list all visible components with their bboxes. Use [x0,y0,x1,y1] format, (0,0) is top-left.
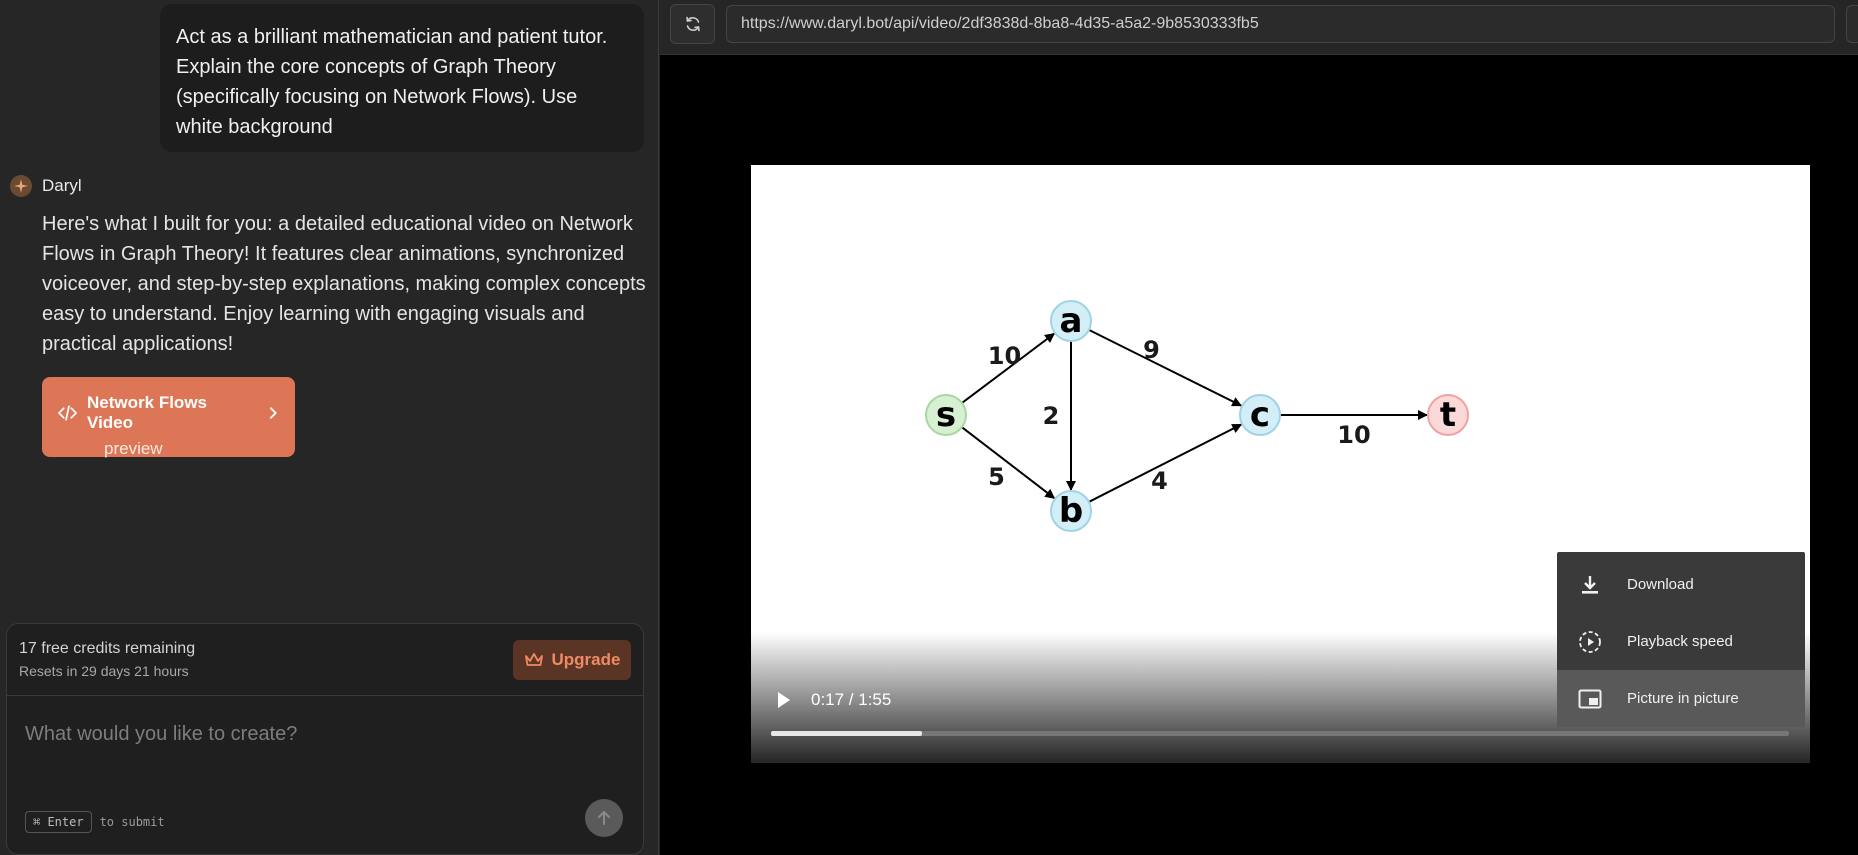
upgrade-button[interactable]: Upgrade [513,640,631,680]
url-bar[interactable]: https://www.daryl.bot/api/video/2df3838d… [726,5,1835,43]
node-label: b [1059,491,1083,531]
edge-s-b [961,426,1056,500]
shortcut-hint: to submit [99,815,165,829]
menu-item-label: Download [1627,576,1694,593]
shortcut-key: ⌘ Enter [25,811,92,833]
time-display: 0:17 / 1:55 [811,690,892,709]
chevron-right-icon [270,407,278,419]
player-divider [751,762,1810,763]
upgrade-label: Upgrade [551,650,621,669]
edge-capacity-label: 5 [988,463,1005,491]
menu-item-label: Picture in picture [1627,690,1739,707]
assistant-header: Daryl [10,175,82,197]
graph-node-b: b [1050,490,1092,532]
menu-item-label: Playback speed [1627,633,1733,650]
assistant-message: Here's what I built for you: a detailed … [42,213,646,355]
edge-capacity-label: 10 [1337,421,1370,449]
user-message: Act as a brilliant mathematician and pat… [160,4,644,152]
menu-item-picture-in-picture[interactable]: Picture in picture [1557,670,1805,727]
crown-icon [524,653,543,666]
graph-node-t: t [1427,394,1469,436]
chat-panel: Act as a brilliant mathematician and pat… [0,0,659,855]
assistant-avatar [10,175,32,197]
progress-fill [771,731,922,736]
graph-node-a: a [1050,300,1092,342]
play-icon[interactable] [771,688,795,712]
edge-capacity-label: 2 [1043,402,1060,430]
menu-item-download[interactable]: Download [1557,556,1805,613]
assistant-name: Daryl [42,176,82,195]
download-icon [1577,572,1603,598]
send-button[interactable] [585,799,623,837]
graph-node-c: c [1239,394,1281,436]
node-label: t [1440,395,1456,435]
arrow-up-icon [598,811,610,825]
refresh-icon [685,16,700,32]
submit-hint: ⌘ Enter to submit [25,811,165,833]
sparkle-icon [14,179,28,193]
node-label: a [1060,301,1083,341]
toolbar-overflow[interactable] [1846,5,1858,43]
composer: 17 free credits remaining Resets in 29 d… [6,623,644,855]
edge-capacity-label: 9 [1143,336,1160,364]
picture-in-picture-icon [1577,686,1603,712]
credits-remaining: 17 free credits remaining [19,640,196,657]
node-label: s [936,395,956,435]
artifact-preview-button[interactable]: Network Flows Video preview [42,377,295,458]
preview-panel: https://www.daryl.bot/api/video/2df3838d… [660,0,1858,855]
progress-bar[interactable] [771,731,1789,736]
edge-capacity-label: 10 [988,342,1021,370]
reload-button[interactable] [670,4,715,44]
node-label: c [1250,395,1270,435]
credits-bar: 17 free credits remaining Resets in 29 d… [7,624,643,696]
prompt-input[interactable] [25,714,625,754]
credits-reset: Resets in 29 days 21 hours [19,663,189,679]
playback-speed-icon [1577,629,1603,655]
edge-capacity-label: 4 [1151,467,1168,495]
video-options-menu: Download Playback speed Picture in pictu… [1557,552,1805,727]
code-icon [58,405,77,421]
edge-a-c [1088,329,1243,407]
menu-item-playback-speed[interactable]: Playback speed [1557,613,1805,670]
graph-node-s: s [925,394,967,436]
artifact-title: Network Flows Video [87,393,207,432]
artifact-subtitle: preview [104,439,163,458]
browser-toolbar: https://www.daryl.bot/api/video/2df3838d… [660,0,1858,55]
